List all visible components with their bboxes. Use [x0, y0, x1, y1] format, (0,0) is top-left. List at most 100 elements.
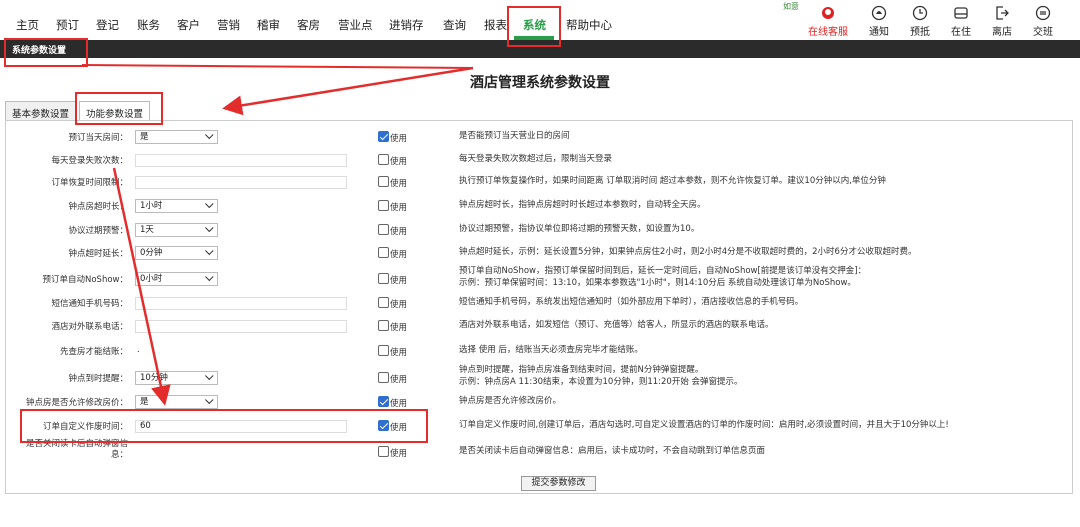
- use-checkbox[interactable]: [378, 247, 389, 258]
- param-select[interactable]: 1小时: [135, 199, 218, 213]
- param-row: 订单恢复时间限制： 使用 执行预订单恢复操作时，如果时间距离 订单取消时间 超过本参…: [6, 171, 1074, 193]
- use-label: 使用: [390, 449, 408, 459]
- headset-icon: [822, 7, 834, 19]
- use-checkbox[interactable]: [378, 345, 389, 356]
- description-line: 示例：钟点房A 11:30结束，本设置为10分钟，则11:20开始 会弹窗提示。: [459, 376, 743, 387]
- description-line: 预订单自动NoShow，指预订单保留时间到后，延长一定时间后，自动NoShow[…: [459, 266, 867, 276]
- use-label: 使用: [390, 203, 408, 213]
- use-checkbox[interactable]: [378, 446, 389, 457]
- use-label: 使用: [390, 323, 408, 333]
- annotation-line: [81, 64, 474, 69]
- param-input[interactable]: [135, 297, 347, 310]
- param-select-value: 0分钟: [140, 248, 163, 258]
- use-checkbox[interactable]: [378, 176, 389, 187]
- page-title: 酒店管理系统参数设置: [470, 75, 610, 91]
- tab-basic-params[interactable]: 基本参数设置: [5, 101, 77, 121]
- param-description: 是否关闭读卡后自动弹窗信息：启用后，读卡成功时，不会自动跳到订单信息页面: [459, 446, 765, 458]
- submit-params-button[interactable]: 提交参数修改: [521, 476, 596, 491]
- param-select[interactable]: 10分钟: [135, 371, 218, 385]
- use-label: 使用: [390, 276, 408, 286]
- param-input[interactable]: [135, 320, 347, 333]
- param-row: 先查房才能结账：. 使用 选择 使用 后，结账当天必须查房完毕才能结账。: [6, 340, 1074, 362]
- use-label: 使用: [390, 134, 408, 144]
- param-label: 酒店对外联系电话：: [51, 322, 128, 332]
- param-select-value: 是: [140, 397, 149, 407]
- param-row: 预订当天房间： 是 使用 是否能预订当天营业日的房间: [6, 126, 1074, 148]
- param-input[interactable]: [135, 176, 347, 189]
- menu-item[interactable]: 预订: [56, 17, 79, 33]
- description-line: 钟点到时提醒，指钟点房准备到结束时间，提前N分钟弹窗提醒。: [459, 365, 704, 375]
- param-label: 钟点房是否允许修改房价：: [25, 398, 128, 408]
- use-label: 使用: [390, 227, 408, 237]
- param-select-value: 1小时: [140, 201, 163, 211]
- param-label: 预订当天房间：: [68, 133, 128, 143]
- param-row: 协议过期预警： 1天 使用 协议过期预警，指协议单位即将过期的预警天数，如设置为10。: [6, 219, 1074, 241]
- quick-action-button[interactable]: 通知: [859, 5, 899, 38]
- quick-action-button[interactable]: 交班: [1023, 5, 1063, 38]
- menu-item[interactable]: 营业点: [338, 17, 373, 33]
- chevron-down-icon: [205, 272, 214, 282]
- menu-item[interactable]: 帮助中心: [566, 17, 612, 33]
- param-label: 钟点房超时长：: [68, 202, 128, 212]
- param-select[interactable]: 0分钟: [135, 246, 218, 260]
- use-label: 使用: [390, 179, 408, 189]
- description-line: 执行预订单恢复操作时，如果时间距离 订单取消时间 超过本参数，则不允许恢复订单。…: [459, 176, 886, 186]
- quick-action-button[interactable]: 离店: [982, 5, 1022, 38]
- param-select-value: 是: [140, 132, 149, 142]
- description-line: 选择 使用 后，结账当天必须查房完毕才能结账。: [459, 345, 643, 355]
- param-label: 先查房才能结账：: [59, 347, 128, 357]
- description-line: 钟点房超时长，指钟点房超时时长超过本参数时，自动转全天房。: [459, 200, 706, 210]
- quick-action-label: 离店: [992, 27, 1012, 38]
- param-label: 协议过期预警：: [68, 226, 128, 236]
- param-label: 每天登录失败次数：: [51, 156, 128, 166]
- quick-action-label: 通知: [869, 27, 889, 38]
- use-checkbox[interactable]: [378, 224, 389, 235]
- use-checkbox[interactable]: [378, 320, 389, 331]
- menu-item[interactable]: 进销存: [389, 17, 424, 33]
- menu-item[interactable]: 客户: [177, 17, 200, 33]
- menu-item[interactable]: 报表: [484, 17, 507, 33]
- description-line: 酒店对外联系电话，如发短信（预订、充值等）给客人，所显示的酒店的联系电话。: [459, 320, 774, 330]
- description-line: 是否关闭读卡后自动弹窗信息：启用后，读卡成功时，不会自动跳到订单信息页面: [459, 446, 766, 456]
- menu-item[interactable]: 账务: [137, 17, 160, 33]
- param-description: 钟点到时提醒，指钟点房准备到结束时间，提前N分钟弹窗提醒。 示例：钟点房A 11:…: [459, 365, 743, 388]
- param-select[interactable]: 0小时: [135, 272, 218, 286]
- highlight-void-time-row: [20, 409, 428, 443]
- use-label: 使用: [390, 399, 408, 409]
- menu-item[interactable]: 主页: [16, 17, 39, 33]
- chevron-down-icon: [205, 223, 214, 233]
- bed-icon: [954, 7, 968, 19]
- param-label: 预订单自动NoShow：: [42, 275, 129, 285]
- use-checkbox[interactable]: [378, 372, 389, 383]
- chevron-down-icon: [205, 130, 214, 140]
- use-checkbox[interactable]: [378, 396, 389, 407]
- param-input[interactable]: [135, 154, 347, 167]
- param-label: 订单恢复时间限制：: [51, 178, 128, 188]
- online-service-button[interactable]: 在线客服: [806, 5, 850, 38]
- use-checkbox[interactable]: [378, 154, 389, 165]
- use-checkbox[interactable]: [378, 297, 389, 308]
- highlight-function-tab: [75, 92, 163, 125]
- menu-item[interactable]: 登记: [96, 17, 119, 33]
- param-select[interactable]: 1天: [135, 223, 218, 237]
- use-label: 使用: [390, 348, 408, 358]
- menu-item[interactable]: 营销: [217, 17, 240, 33]
- use-label: 使用: [390, 375, 408, 385]
- use-label: 使用: [390, 157, 408, 167]
- param-row: 预订单自动NoShow： 0小时 使用 预订单自动NoShow，指预订单保留时间到后，…: [6, 266, 1074, 290]
- use-checkbox[interactable]: [378, 273, 389, 284]
- param-select[interactable]: 是: [135, 130, 218, 144]
- use-checkbox[interactable]: [378, 200, 389, 211]
- use-checkbox[interactable]: [378, 131, 389, 142]
- bell-icon: [871, 5, 887, 21]
- param-description: 钟点房超时长，指钟点房超时时长超过本参数时，自动转全天房。: [459, 200, 706, 212]
- param-select[interactable]: 是: [135, 395, 218, 409]
- menu-item[interactable]: 查询: [443, 17, 466, 33]
- description-line: 钟点房是否允许修改房价。: [459, 396, 562, 406]
- menu-item[interactable]: 客房: [297, 17, 320, 33]
- param-select-value: 0小时: [140, 274, 163, 284]
- param-description: 短信通知手机号码，系统发出短信通知时（如外部应用下单时），酒店接收信息的手机号码…: [459, 297, 803, 309]
- quick-action-button[interactable]: 预抵: [900, 5, 940, 38]
- menu-item[interactable]: 稽审: [257, 17, 280, 33]
- quick-action-button[interactable]: 在住: [941, 5, 981, 38]
